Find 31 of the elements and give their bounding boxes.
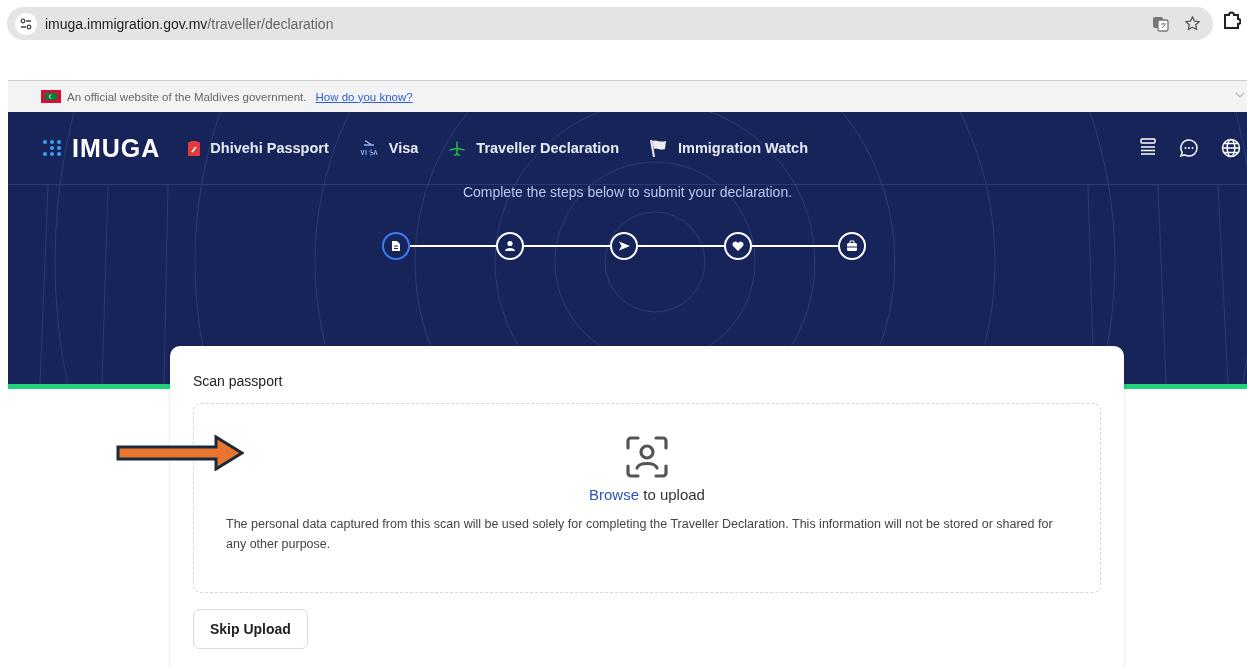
nav-link[interactable]: Dhivehi Passport [188, 136, 329, 160]
official-site-text: An official website of the Maldives government. [67, 90, 307, 103]
chat-icon[interactable] [1179, 138, 1199, 158]
translate-icon[interactable] [1152, 14, 1170, 33]
browse-link[interactable]: Browse [589, 486, 640, 503]
upload-prompt: Browse to upload [589, 486, 705, 503]
skip-upload-button[interactable]: Skip Upload [193, 609, 308, 649]
star-icon[interactable] [1184, 15, 1201, 32]
step-indicator[interactable] [381, 232, 410, 260]
card-title: Scan passport [193, 373, 284, 389]
site-settings-icon[interactable] [15, 12, 37, 35]
steps-instruction-text: Complete the steps below to submit your declaration. [461, 184, 794, 200]
list-icon[interactable] [1139, 138, 1157, 156]
how-do-you-know-link[interactable]: How do you know? [315, 90, 413, 103]
passport-icon [188, 140, 201, 156]
maldives-flag-icon [41, 90, 61, 103]
visa-icon [358, 139, 379, 157]
nav-link[interactable]: Traveller Declaration [448, 135, 620, 161]
person-step-icon [502, 239, 517, 253]
luggage-step-icon [844, 239, 859, 253]
heart-step-icon [730, 239, 745, 253]
privacy-notice: The personal data captured from this scan will be used solely for completing the Traveller Declaration. This information will not be stored or shared for any other purpose. [225, 516, 1054, 553]
nav-link[interactable]: Visa [358, 135, 419, 161]
flag-icon [649, 139, 669, 157]
airplane-icon [448, 139, 467, 157]
imuga-logo-icon [42, 139, 64, 157]
face-scan-icon [626, 436, 668, 478]
imuga-logo-text: IMUGA [72, 133, 161, 163]
extensions-icon[interactable] [1223, 10, 1241, 30]
globe-icon[interactable] [1221, 138, 1241, 158]
nav-link[interactable]: Immigration Watch [649, 135, 808, 161]
